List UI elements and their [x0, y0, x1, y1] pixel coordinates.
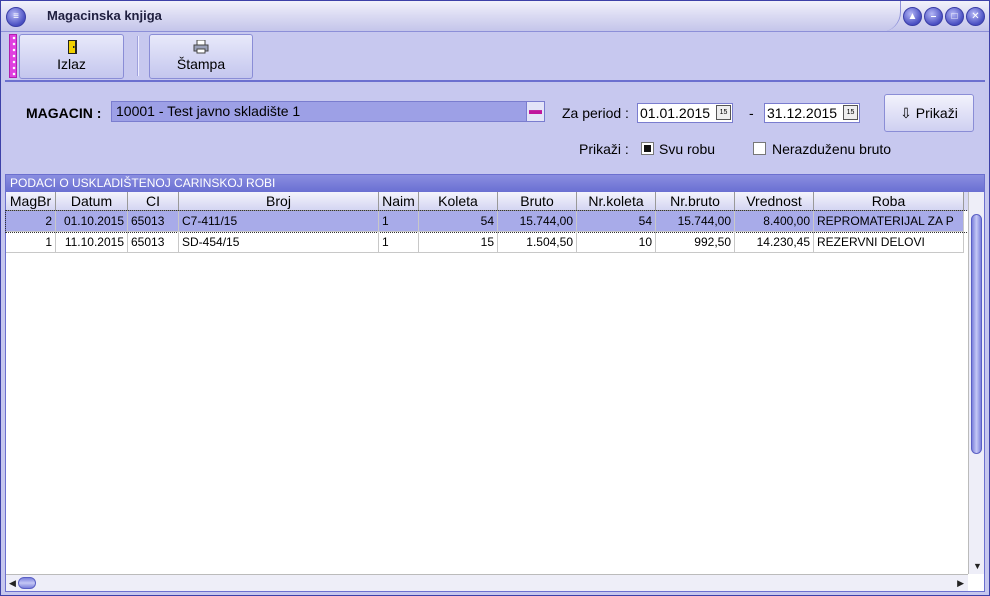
main-window: ≡ Magacinska knjiga ▲ – □ ✕ Izlaz Štampa… — [0, 0, 990, 596]
system-menu-icon[interactable]: ≡ — [6, 7, 26, 27]
vertical-scrollbar[interactable]: ▼ — [968, 192, 984, 574]
cell-ci: 65013 — [128, 232, 179, 253]
cell-magbr: 2 — [6, 211, 56, 232]
warehouse-combo[interactable]: 10001 - Test javno skladište 1 ▬ — [111, 101, 545, 122]
horizontal-scrollbar[interactable]: ◀ ▶ — [6, 574, 968, 591]
goods-grid: PODACI O USKLADIŠTENOJ CARINSKOJ ROBI Ma… — [5, 174, 985, 592]
cell-datum: 01.10.2015 — [56, 211, 128, 232]
column-header-bruto[interactable]: Bruto — [498, 192, 577, 211]
toolbar: Izlaz Štampa — [5, 32, 985, 82]
print-button[interactable]: Štampa — [149, 34, 253, 79]
grid-header: MagBr Datum CI Broj Naim Koleta Bruto Nr.koleta… — [6, 192, 968, 211]
grid-caption: PODACI O USKLADIŠTENOJ CARINSKOJ ROBI — [6, 175, 984, 192]
print-label: Štampa — [176, 56, 226, 72]
toolbar-separator — [137, 36, 139, 76]
show-options-label: Prikaži : — [579, 141, 629, 157]
warehouse-value: 10001 - Test javno skladište 1 — [116, 103, 301, 119]
horizontal-scroll-thumb[interactable] — [18, 577, 36, 589]
period-label: Za period : — [562, 105, 629, 121]
door-icon — [67, 40, 77, 54]
column-header-datum[interactable]: Datum — [56, 192, 128, 211]
window-controls: ▲ – □ ✕ — [903, 7, 985, 26]
cell-bruto: 1.504,50 — [498, 232, 577, 253]
scroll-left-icon[interactable]: ◀ — [9, 578, 16, 589]
scroll-right-icon[interactable]: ▶ — [957, 578, 964, 589]
arrow-down-icon: ⇩ — [900, 105, 912, 121]
exit-button[interactable]: Izlaz — [19, 34, 124, 79]
cell-vrednost: 8.400,00 — [735, 211, 814, 232]
cell-bruto: 15.744,00 — [498, 211, 577, 232]
calendar-icon[interactable]: 15 — [716, 105, 731, 120]
window-title: Magacinska knjiga — [47, 8, 162, 23]
all-goods-label: Svu robu — [659, 141, 716, 157]
filter-panel: MAGACIN : 10001 - Test javno skladište 1… — [5, 84, 985, 174]
column-header-roba[interactable]: Roba — [814, 192, 964, 211]
scroll-down-icon[interactable]: ▼ — [973, 561, 982, 571]
column-header-nr-koleta[interactable]: Nr.koleta — [577, 192, 656, 211]
column-header-koleta[interactable]: Koleta — [419, 192, 498, 211]
show-button-label: Prikaži — [915, 105, 958, 121]
cell-roba: REZERVNI DELOVI — [814, 232, 964, 253]
unreleased-checkbox[interactable] — [753, 142, 766, 155]
cell-naim: 1 — [379, 211, 419, 232]
cell-magbr: 1 — [6, 232, 56, 253]
rollup-icon[interactable]: ▲ — [903, 7, 922, 26]
cell-datum: 11.10.2015 — [56, 232, 128, 253]
title-bar[interactable]: ≡ Magacinska knjiga ▲ – □ ✕ — [1, 1, 989, 32]
cell-koleta: 15 — [419, 232, 498, 253]
table-row[interactable]: 1 11.10.2015 65013 SD-454/15 1 15 1.504,50 10 99… — [6, 232, 968, 253]
close-icon[interactable]: ✕ — [966, 7, 985, 26]
cell-vrednost: 14.230,45 — [735, 232, 814, 253]
cell-nr-koleta: 54 — [577, 211, 656, 232]
cell-ci: 65013 — [128, 211, 179, 232]
column-header-nr-bruto[interactable]: Nr.bruto — [656, 192, 735, 211]
date-to-field[interactable]: 31.12.2015 15 — [764, 103, 860, 123]
column-header-naim[interactable]: Naim — [379, 192, 419, 211]
calendar-icon[interactable]: 15 — [843, 105, 858, 120]
cell-broj: C7-411/15 — [179, 211, 379, 232]
column-header-ci[interactable]: CI — [128, 192, 179, 211]
table-row[interactable]: 2 01.10.2015 65013 C7-411/15 1 54 15.744,00 54 1… — [5, 210, 969, 233]
cell-nr-bruto: 15.744,00 — [656, 211, 735, 232]
cell-naim: 1 — [379, 232, 419, 253]
warehouse-label: MAGACIN : — [26, 105, 102, 121]
cell-roba: REPROMATERIJAL ZA P — [814, 211, 964, 232]
vertical-scroll-thumb[interactable] — [971, 214, 982, 454]
title-bar-curve — [861, 1, 901, 32]
column-header-broj[interactable]: Broj — [179, 192, 379, 211]
cell-nr-koleta: 10 — [577, 232, 656, 253]
unreleased-label: Nerazduženu bruto — [772, 141, 892, 157]
show-button[interactable]: ⇩ Prikaži — [884, 94, 974, 132]
cell-koleta: 54 — [419, 211, 498, 232]
printer-icon — [193, 40, 209, 54]
date-from-field[interactable]: 01.01.2015 15 — [637, 103, 733, 123]
all-goods-checkbox[interactable] — [641, 142, 654, 155]
date-separator: - — [749, 105, 754, 121]
column-header-vrednost[interactable]: Vrednost — [735, 192, 814, 211]
warehouse-dropdown-button[interactable]: ▬ — [526, 102, 544, 121]
cell-nr-bruto: 992,50 — [656, 232, 735, 253]
cell-broj: SD-454/15 — [179, 232, 379, 253]
date-to-value: 31.12.2015 — [767, 105, 838, 121]
date-from-value: 01.01.2015 — [640, 105, 711, 121]
exit-label: Izlaz — [57, 56, 86, 72]
column-header-magbr[interactable]: MagBr — [6, 192, 56, 211]
minimize-icon[interactable]: – — [924, 7, 943, 26]
toolbar-gripper[interactable] — [9, 34, 17, 78]
maximize-icon[interactable]: □ — [945, 7, 964, 26]
